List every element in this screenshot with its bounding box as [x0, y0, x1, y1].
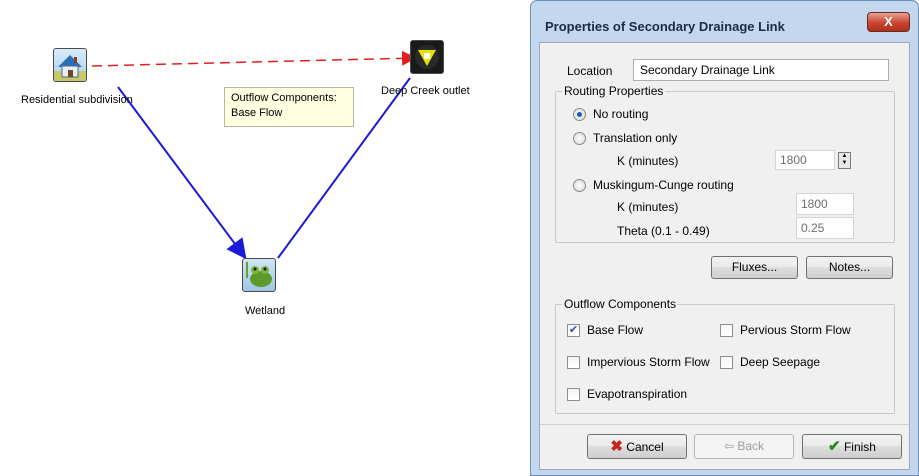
outlet-node-label: Deep Creek outlet — [381, 85, 470, 97]
location-input[interactable]: Secondary Drainage Link — [633, 59, 889, 81]
base-flow-label: Base Flow — [587, 323, 644, 337]
cancel-label: Cancel — [626, 440, 664, 454]
translation-only-radio[interactable] — [573, 132, 586, 145]
outflow-components-group: Outflow Components ✔ Base Flow Pervious … — [555, 297, 895, 414]
finish-label: Finish — [843, 440, 876, 454]
back-button[interactable]: ⇦ Back — [694, 434, 794, 459]
link-properties-dialog: Properties of Secondary Drainage Link X … — [530, 0, 919, 476]
outflow-group-title: Outflow Components — [562, 297, 679, 311]
dialog-body: Location Secondary Drainage Link Routing… — [539, 42, 910, 470]
close-button[interactable]: X — [867, 12, 910, 32]
outlet-arrow-icon[interactable] — [410, 40, 444, 74]
theta-input[interactable]: 0.25 — [796, 217, 854, 239]
network-canvas[interactable]: Residential subdivision Deep Creek outle… — [0, 0, 530, 476]
finish-button[interactable]: ✔ Finish — [802, 434, 902, 459]
no-routing-radio[interactable] — [573, 108, 586, 121]
impervious-storm-flow-checkbox[interactable] — [567, 356, 580, 369]
house-icon[interactable] — [53, 48, 87, 82]
evapotranspiration-checkbox[interactable] — [567, 388, 580, 401]
secondary-link-residential-to-outlet[interactable] — [91, 50, 417, 67]
spin-up-icon: ▲ — [841, 153, 848, 159]
deep-seepage-checkbox[interactable] — [720, 356, 733, 369]
translation-k-input[interactable]: 1800 — [775, 150, 835, 170]
fluxes-button[interactable]: Fluxes... — [711, 256, 798, 279]
theta-label: Theta (0.1 - 0.49) — [617, 224, 710, 238]
no-routing-label: No routing — [593, 107, 649, 121]
spin-down-icon: ▼ — [841, 160, 848, 166]
muskingum-k-input[interactable]: 1800 — [796, 193, 854, 215]
tooltip-line-2: Base Flow — [231, 107, 283, 119]
pervious-storm-flow-checkbox[interactable] — [720, 324, 733, 337]
close-icon: X — [884, 14, 893, 29]
evapotranspiration-label: Evapotranspiration — [587, 387, 688, 401]
back-label: Back — [737, 439, 765, 453]
translation-only-label: Translation only — [593, 131, 678, 145]
wetland-node-label: Wetland — [245, 305, 286, 317]
muskingum-radio[interactable] — [573, 179, 586, 192]
translation-k-spinner[interactable]: ▲ ▼ — [838, 152, 851, 169]
dialog-footer: ✖ Cancel ⇦ Back ✔ Finish — [540, 424, 909, 469]
tooltip-line-1: Outflow Components: — [231, 92, 337, 104]
base-flow-checkbox[interactable]: ✔ — [567, 324, 580, 337]
pervious-storm-flow-label: Pervious Storm Flow — [740, 323, 851, 337]
cancel-x-icon: ✖ — [610, 438, 623, 455]
back-arrow-icon: ⇦ — [723, 439, 735, 453]
impervious-storm-flow-label: Impervious Storm Flow — [587, 355, 710, 369]
link-tooltip: Outflow Components: Base Flow — [224, 87, 354, 127]
dialog-titlebar[interactable]: Properties of Secondary Drainage Link X — [531, 1, 918, 35]
routing-properties-group: Routing Properties No routing Translatio… — [555, 84, 895, 243]
finish-check-icon: ✔ — [828, 438, 841, 455]
location-label: Location — [567, 64, 613, 78]
deep-seepage-label: Deep Seepage — [740, 355, 821, 369]
checkmark-icon: ✔ — [568, 324, 579, 336]
frog-icon[interactable] — [242, 258, 276, 292]
translation-k-label: K (minutes) — [617, 154, 679, 168]
notes-button[interactable]: Notes... — [806, 256, 893, 279]
routing-group-title: Routing Properties — [562, 84, 666, 98]
residential-node-label: Residential subdivision — [21, 94, 133, 106]
muskingum-label: Muskingum-Cunge routing — [593, 178, 734, 192]
cancel-button[interactable]: ✖ Cancel — [587, 434, 687, 459]
dialog-title: Properties of Secondary Drainage Link — [545, 19, 785, 34]
muskingum-k-label: K (minutes) — [617, 200, 679, 214]
